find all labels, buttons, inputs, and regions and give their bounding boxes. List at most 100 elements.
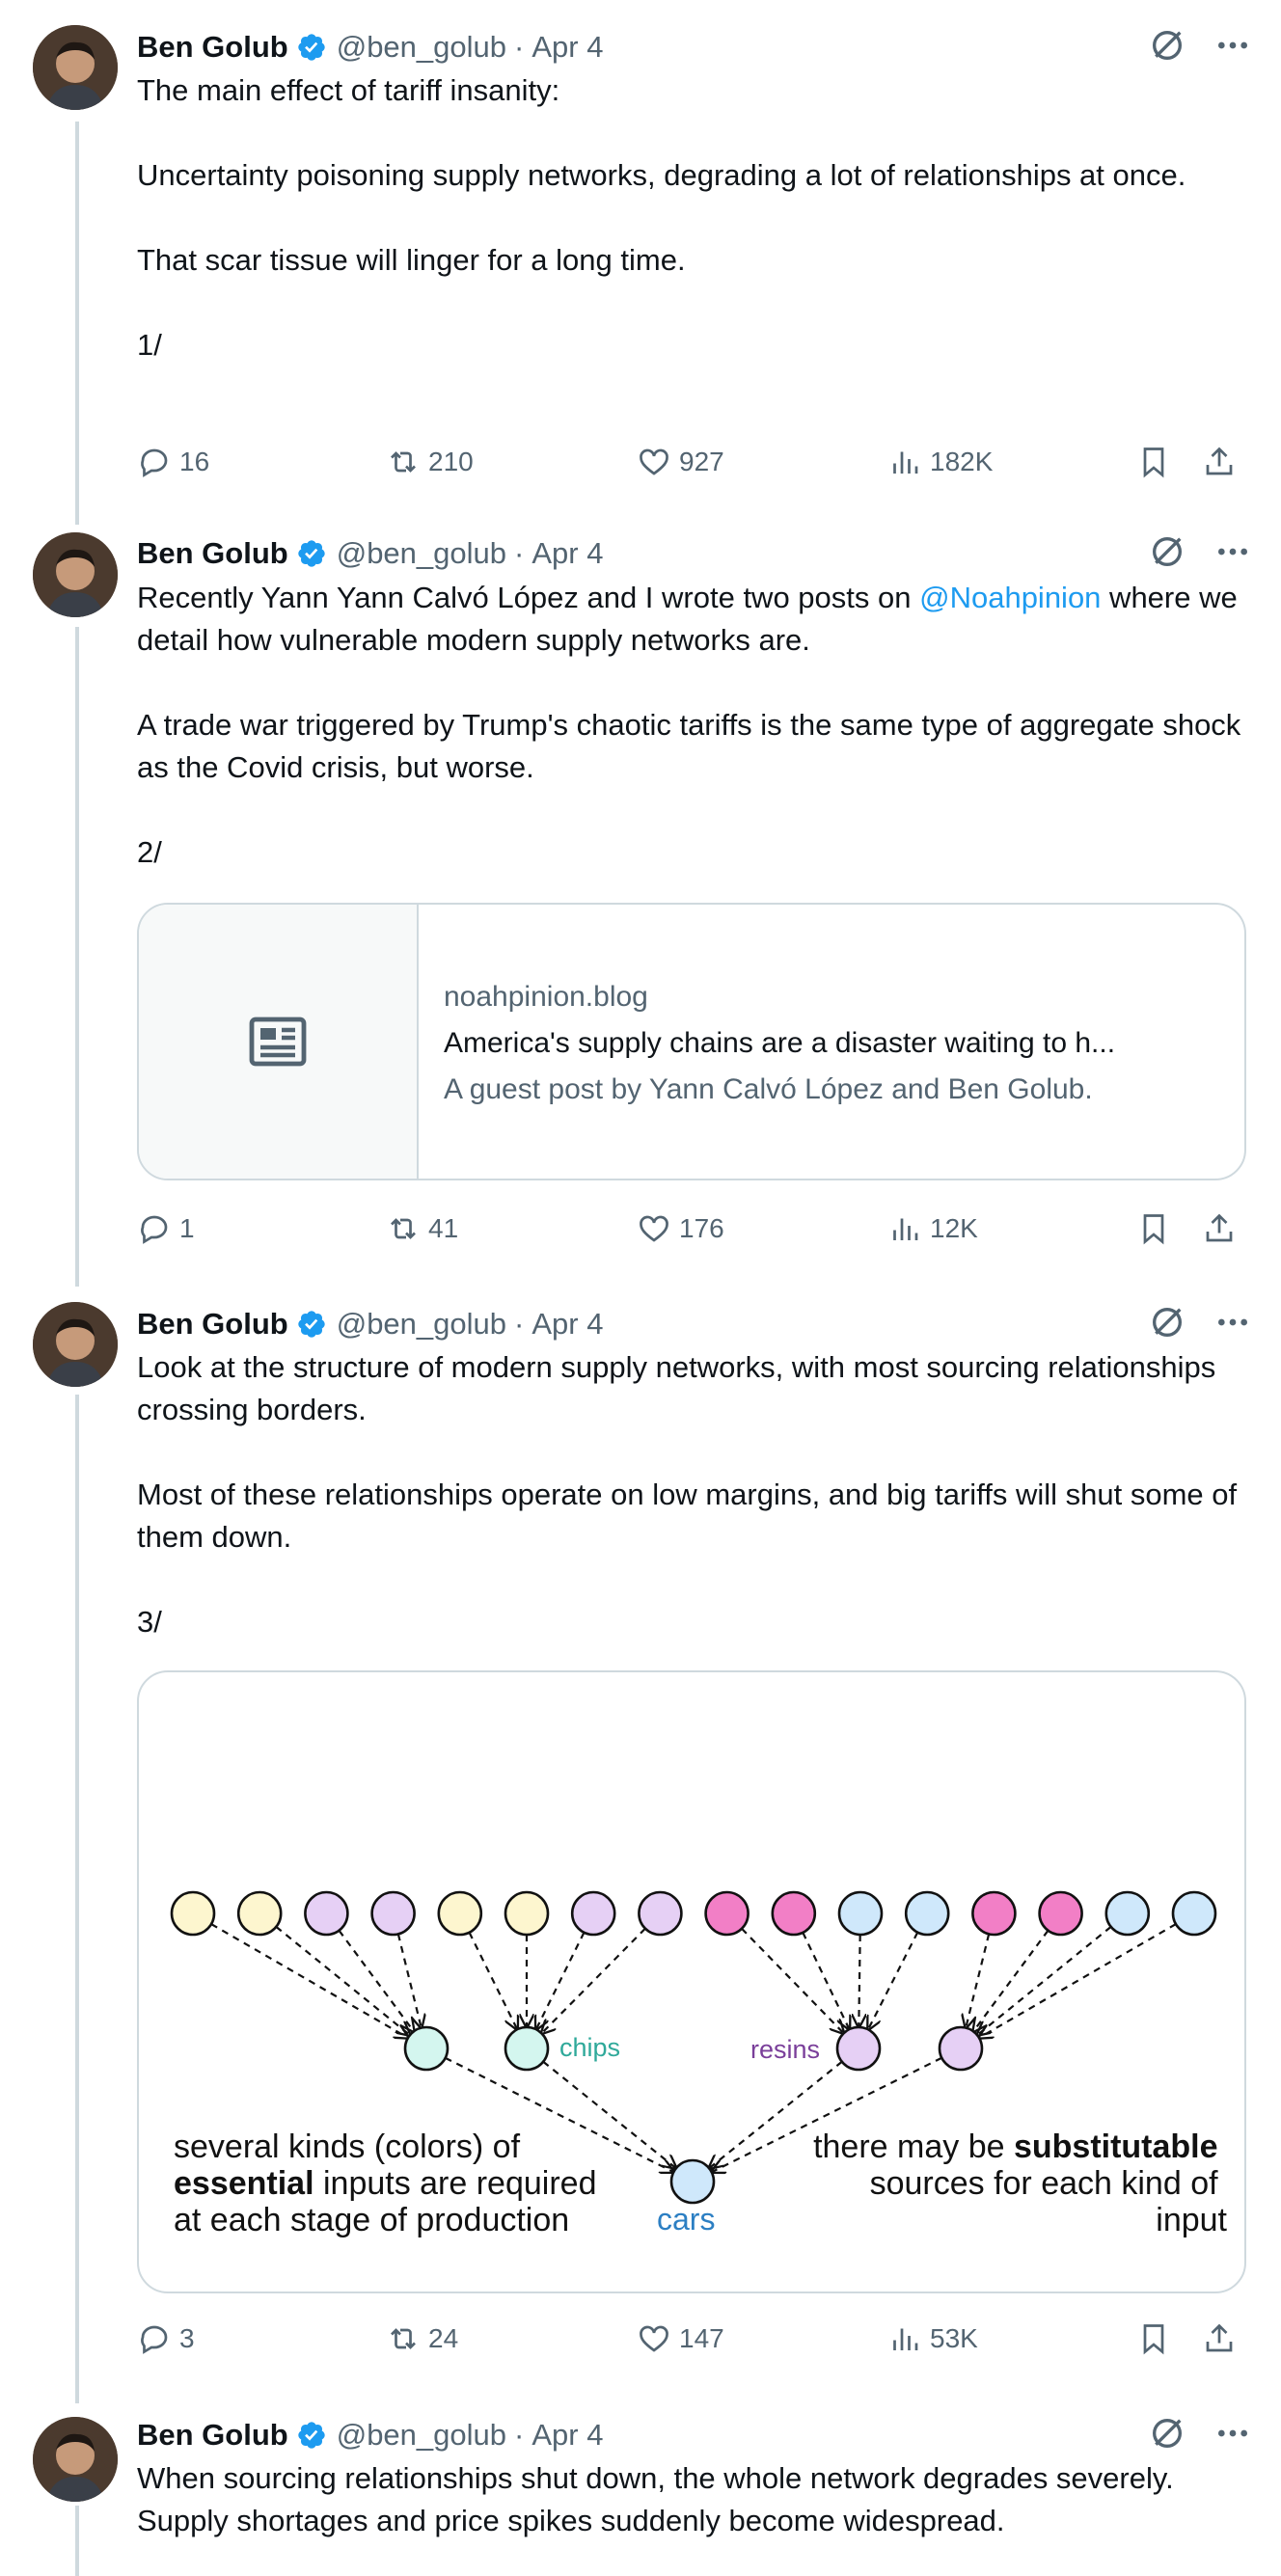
avatar[interactable]: [33, 2417, 118, 2502]
card-text: noahpinion.blog America's supply chains …: [444, 974, 1221, 1113]
tweet-paragraph: Recently Yann Yann Calvó López and I wro…: [137, 577, 1246, 662]
author-name[interactable]: Ben Golub: [137, 536, 288, 571]
share-icon: [1206, 2323, 1233, 2352]
reply-button[interactable]: 1: [137, 1207, 195, 1250]
author-name[interactable]: Ben Golub: [137, 1307, 288, 1342]
tweet-text: Look at the structure of modern supply n…: [137, 1346, 1246, 1643]
diagram-node: [437, 1890, 483, 1937]
share-button[interactable]: [1202, 441, 1237, 483]
left-caption-line-1: several kinds (colors) of: [174, 2129, 521, 2165]
tweet-paragraph: 3/: [137, 1605, 162, 1639]
grok-icon[interactable]: [1148, 532, 1186, 571]
diagram-node: [236, 1890, 283, 1937]
views-button[interactable]: 53K: [887, 2318, 978, 2360]
views-button[interactable]: 12K: [887, 1207, 978, 1250]
card-domain: noahpinion.blog: [444, 981, 648, 1013]
tweet-actions: 1 41 176 12K: [137, 1207, 1246, 1250]
more-options-icon[interactable]: [1213, 2414, 1252, 2453]
reply-button[interactable]: 16: [137, 441, 209, 483]
tweet-4[interactable]: Ben Golub @ben_golub · Apr 4 When sourci…: [0, 2392, 1281, 2576]
views-icon: [893, 451, 918, 474]
share-button[interactable]: [1202, 2318, 1237, 2360]
tweet-date[interactable]: Apr 4: [531, 30, 603, 65]
separator-dot: ·: [514, 536, 525, 570]
author-handle[interactable]: @ben_golub: [337, 2418, 506, 2453]
views-icon: [893, 1218, 918, 1240]
bookmark-button[interactable]: [1136, 2318, 1171, 2360]
tweet-header: Ben Golub @ben_golub · Apr 4: [137, 26, 603, 68]
like-count: 927: [679, 447, 724, 476]
label-cars: cars: [657, 2202, 715, 2237]
more-options-icon[interactable]: [1213, 532, 1252, 571]
repost-button[interactable]: 41: [386, 1207, 458, 1250]
author-name[interactable]: Ben Golub: [137, 30, 288, 65]
like-button[interactable]: 927: [637, 441, 724, 483]
author-handle[interactable]: @ben_golub: [337, 30, 506, 65]
verified-badge-icon: [298, 540, 325, 567]
views-button[interactable]: 182K: [887, 441, 993, 483]
avatar[interactable]: [33, 532, 118, 617]
grok-icon[interactable]: [1148, 26, 1186, 65]
right-caption-line-2: sources for each kind of: [870, 2165, 1219, 2202]
reply-button[interactable]: 3: [137, 2318, 195, 2360]
avatar[interactable]: [33, 1302, 118, 1387]
author-handle[interactable]: @ben_golub: [337, 536, 506, 571]
diagram-node: [704, 1890, 750, 1937]
tweet-date[interactable]: Apr 4: [531, 536, 603, 571]
repost-button[interactable]: 24: [386, 2318, 458, 2360]
diagram-node: [370, 1890, 416, 1937]
tweet-paragraph: Most of these relationships operate on l…: [137, 1478, 1238, 1554]
like-count: 147: [679, 2323, 724, 2353]
views-count: 53K: [930, 2323, 978, 2353]
diagram-edge: [741, 1927, 844, 2033]
tweet-header: Ben Golub @ben_golub · Apr 4: [137, 2414, 603, 2456]
heart-icon: [640, 2325, 668, 2352]
mention-link[interactable]: @Noahpinion: [919, 581, 1101, 614]
avatar[interactable]: [33, 25, 118, 110]
bookmark-button[interactable]: [1136, 441, 1171, 483]
share-icon: [1206, 1213, 1233, 1242]
bookmark-icon: [1143, 1214, 1164, 1245]
tweet-paragraph: Look at the structure of modern supply n…: [137, 1350, 1216, 1426]
article-icon: [249, 1017, 307, 1067]
like-button[interactable]: 147: [637, 2318, 724, 2360]
tweet-date[interactable]: Apr 4: [531, 2418, 603, 2453]
diagram-node: [837, 1890, 884, 1937]
bookmark-icon: [1143, 2324, 1164, 2355]
diagram-node: [835, 2025, 882, 2072]
header-icons: [1148, 26, 1252, 65]
heart-icon: [640, 1215, 668, 1242]
tweet-date[interactable]: Apr 4: [531, 1307, 603, 1342]
tweet-1[interactable]: Ben Golub @ben_golub · Apr 4 The main ef…: [0, 0, 1281, 511]
tweet-paragraph: That scar tissue will linger for a long …: [137, 243, 686, 277]
repost-button[interactable]: 210: [386, 441, 474, 483]
right-caption: there may be substitutable sources for e…: [813, 2129, 1227, 2238]
left-caption-line-2: inputs are required: [314, 2165, 597, 2202]
like-button[interactable]: 176: [637, 1207, 724, 1250]
diagram-node: [170, 1890, 216, 1937]
tweet-paragraph: Uncertainty poisoning supply networks, d…: [137, 158, 1186, 192]
grok-icon[interactable]: [1148, 1303, 1186, 1342]
tweet-3[interactable]: Ben Golub @ben_golub · Apr 4 Look at the…: [0, 1283, 1281, 2373]
attached-image[interactable]: chips resins cars several kinds (colors)…: [137, 1670, 1246, 2293]
share-button[interactable]: [1202, 1207, 1237, 1250]
grok-icon[interactable]: [1148, 2414, 1186, 2453]
reply-icon: [141, 448, 168, 477]
reply-icon: [141, 1215, 168, 1244]
text-segment: Recently Yann Yann Calvó López and I wro…: [137, 581, 920, 614]
more-options-icon[interactable]: [1213, 26, 1252, 65]
more-options-icon[interactable]: [1213, 1303, 1252, 1342]
right-caption-line-1: there may be substitutable: [813, 2129, 1217, 2165]
author-name[interactable]: Ben Golub: [137, 2418, 288, 2453]
tweet-actions: 16 210 927 182K: [137, 441, 1246, 483]
reply-count: 3: [179, 2323, 195, 2353]
verified-badge-icon: [298, 2422, 325, 2449]
tweet-2[interactable]: Ben Golub @ben_golub · Apr 4 Recently Ya…: [0, 511, 1281, 1283]
link-preview-card[interactable]: noahpinion.blog America's supply chains …: [137, 903, 1246, 1180]
separator-dot: ·: [514, 30, 525, 64]
diagram-edge: [802, 1932, 849, 2029]
bookmark-button[interactable]: [1136, 1207, 1171, 1250]
views-count: 182K: [930, 447, 994, 476]
tweet-paragraph: 2/: [137, 835, 162, 869]
author-handle[interactable]: @ben_golub: [337, 1307, 506, 1342]
